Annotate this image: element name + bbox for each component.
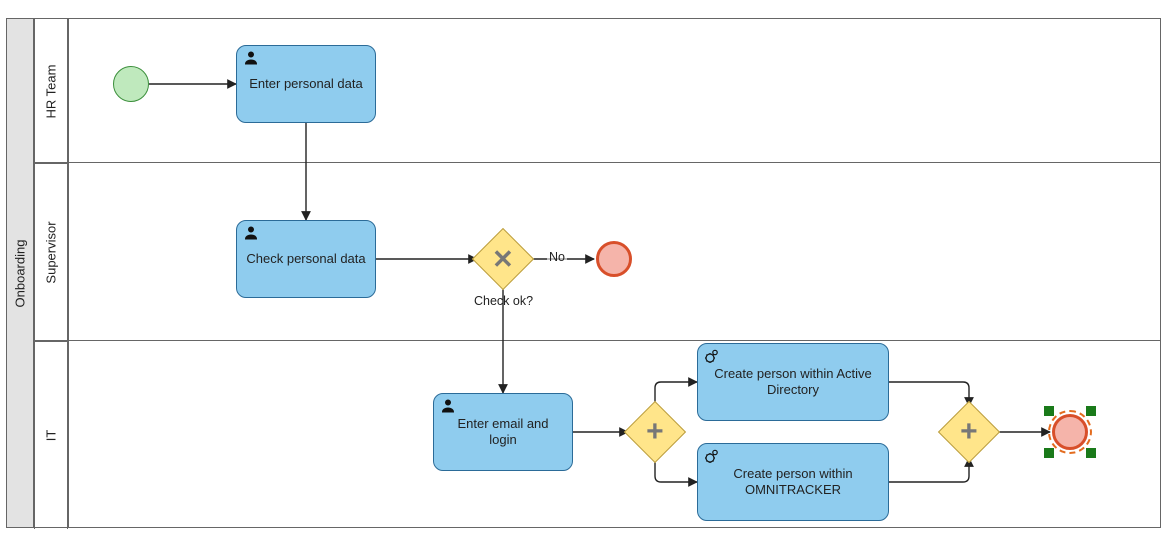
task-label: Check personal data [246,251,365,267]
pool-label[interactable]: Onboarding [6,18,34,528]
task-label: Create person within Active Directory [706,366,880,399]
user-icon [440,398,456,414]
lane-labels: HR Team Supervisor IT [34,18,68,528]
plus-mark-icon: + [960,417,978,447]
start-event[interactable] [113,66,149,102]
end-event-supervisor[interactable] [596,241,632,277]
flow-label-no: No [547,250,567,264]
service-icon [704,348,720,364]
plus-mark-icon: + [646,417,664,447]
lane-it-name: IT [44,430,59,442]
task-label: Create person within OMNITRACKER [706,466,880,499]
lane-separator-2 [34,340,1161,341]
lane-hr[interactable]: HR Team [34,19,68,163]
end-event-it[interactable] [1052,414,1088,450]
user-icon [243,225,259,241]
task-label: Enter email and login [442,416,564,449]
lane-separator-1 [34,162,1161,163]
task-enter-email-login[interactable]: Enter email and login [433,393,573,471]
task-check-personal-data[interactable]: Check personal data [236,220,376,298]
task-create-ad[interactable]: Create person within Active Directory [697,343,889,421]
exclusive-mark-icon: ✕ [492,246,514,272]
lane-supervisor[interactable]: Supervisor [34,163,68,341]
lane-it[interactable]: IT [34,341,68,529]
pool-name: Onboarding [13,239,28,307]
lane-supervisor-name: Supervisor [44,221,59,283]
lane-hr-name: HR Team [44,64,59,118]
task-enter-personal-data[interactable]: Enter personal data [236,45,376,123]
task-create-omni[interactable]: Create person within OMNITRACKER [697,443,889,521]
bpmn-diagram: Onboarding HR Team Supervisor IT [0,0,1170,547]
task-label: Enter personal data [249,76,362,92]
gateway-exclusive-label: Check ok? [466,294,541,308]
user-icon [243,50,259,66]
service-icon [704,448,720,464]
